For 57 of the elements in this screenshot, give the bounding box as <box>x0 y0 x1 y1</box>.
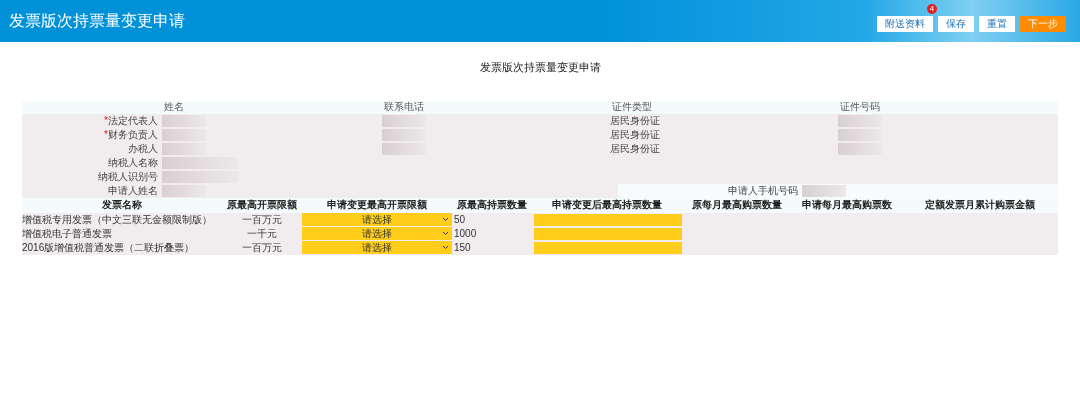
quantity-input[interactable] <box>534 241 682 254</box>
table-cell: 一百万元 <box>242 214 282 225</box>
column-header: 证件类型 <box>611 102 652 112</box>
field-label: 申请人手机号码 <box>728 185 798 196</box>
redacted-value <box>838 128 882 141</box>
table-cell-text: 1000 <box>453 228 478 239</box>
column-header: 原最高持票数量 <box>457 200 527 210</box>
page-title: 发票版次持票量变更申请 <box>9 11 185 31</box>
quantity-input[interactable] <box>534 213 682 226</box>
id-type-text: 居民身份证 <box>610 143 660 154</box>
chevron-down-icon <box>442 231 449 236</box>
form-title: 发票版次持票量变更申请 <box>479 60 601 75</box>
limit-select[interactable]: 请选择 <box>302 213 452 226</box>
field-label: 申请人姓名 <box>108 185 159 196</box>
column-header: 申请变更后最高持票数量 <box>552 200 662 210</box>
column-header: 原最高开票限额 <box>227 200 297 210</box>
column-header: 发票名称 <box>102 200 142 210</box>
redacted-value <box>838 114 882 127</box>
id-type-text: 居民身份证 <box>610 115 660 126</box>
count-badge: 4 <box>927 4 937 14</box>
chevron-down-icon <box>442 217 449 222</box>
redacted-value <box>382 114 426 127</box>
column-header: 申请每月最高购票数 <box>802 200 892 210</box>
redacted-value <box>838 142 882 155</box>
redacted-value <box>162 128 206 141</box>
required-mark: * <box>104 128 108 140</box>
column-header: 证件号码 <box>839 102 880 112</box>
table-cell: 一百万元 <box>242 242 282 253</box>
id-type-text: 居民身份证 <box>610 129 660 140</box>
field-label: *法定代表人 <box>104 115 159 126</box>
table-cell-text: 150 <box>453 242 472 253</box>
limit-select[interactable]: 请选择 <box>302 227 452 240</box>
toolbar-button[interactable]: 重置 <box>979 16 1015 32</box>
field-label: 纳税人识别号 <box>98 171 159 182</box>
quantity-input[interactable] <box>534 227 682 240</box>
table-cell-text: 50 <box>453 214 467 225</box>
toolbar-button[interactable]: 附送资料 <box>877 16 933 32</box>
toolbar-button[interactable]: 保存 <box>938 16 974 32</box>
chevron-down-icon <box>442 245 449 250</box>
redacted-value <box>382 128 426 141</box>
limit-select[interactable]: 请选择 <box>302 241 452 254</box>
column-header: 定额发票月累计购票金额 <box>925 200 1035 210</box>
redacted-value <box>802 184 846 197</box>
table-cell-text: 增值税专用发票（中文三联无金额限制版） <box>22 214 213 225</box>
table-cell: 一千元 <box>247 228 277 239</box>
column-header: 原每月最高购票数量 <box>692 200 782 210</box>
table-cell-text: 2016版增值税普通发票（二联折叠票） <box>22 242 196 253</box>
redacted-value <box>382 142 426 155</box>
column-header: 联系电话 <box>383 102 424 112</box>
column-header: 姓名 <box>163 102 184 112</box>
column-header: 申请变更最高开票限额 <box>327 200 427 210</box>
field-label: 办税人 <box>128 143 159 154</box>
required-mark: * <box>104 114 108 126</box>
field-label: *财务负责人 <box>104 129 159 140</box>
table-cell-text: 增值税电子普通发票 <box>22 228 113 239</box>
redacted-value <box>162 114 206 127</box>
field-label: 纳税人名称 <box>108 157 159 168</box>
